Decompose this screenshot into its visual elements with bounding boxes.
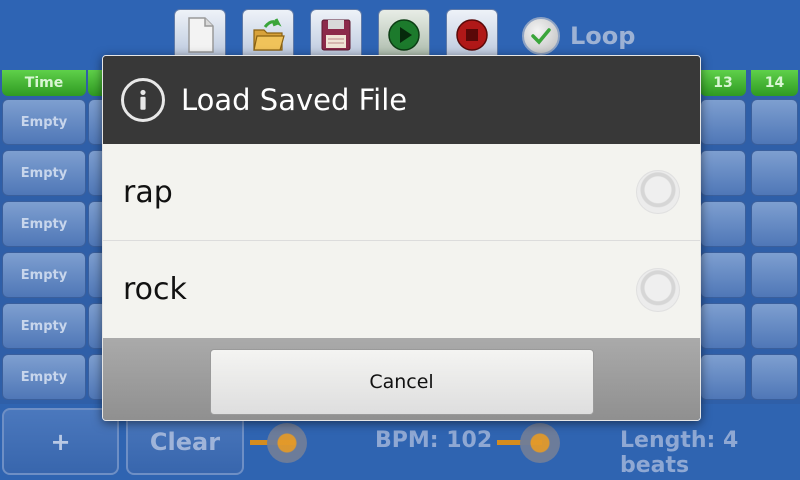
grid-cell[interactable] [700,303,746,349]
bpm-slider-knob[interactable] [267,423,307,463]
grid-cell[interactable] [700,99,746,145]
dialog-header: Load Saved File [103,56,700,144]
column-header-14[interactable]: 14 [751,70,798,96]
grid-cell[interactable] [751,354,798,400]
grid-cell[interactable] [751,252,798,298]
grid-cell[interactable] [751,99,798,145]
play-button[interactable] [378,9,430,61]
file-option-label: rock [123,272,187,307]
file-option-rap[interactable]: rap [103,144,700,241]
info-icon [121,78,165,122]
grid-cell[interactable] [700,201,746,247]
grid-cell[interactable] [700,252,746,298]
grid-cell[interactable] [751,150,798,196]
grid-cell-empty[interactable]: Empty [2,303,86,349]
blank-document-icon [188,17,214,53]
stop-button[interactable] [446,9,498,61]
cancel-button[interactable]: Cancel [209,348,594,415]
file-option-rock[interactable]: rock [103,241,700,338]
load-file-dialog: Load Saved File rap rock Cancel [102,55,701,421]
column-header-time[interactable]: Time [2,70,86,96]
grid-cell[interactable] [700,354,746,400]
bpm-label: BPM: 102 [375,428,493,453]
loop-toggle[interactable]: Loop [522,16,635,56]
stop-icon [456,19,488,51]
play-icon [388,19,420,51]
grid-cell-empty[interactable]: Empty [2,150,86,196]
file-list: rap rock [103,144,700,338]
column-header-13[interactable]: 13 [700,70,746,96]
radio-button[interactable] [636,170,680,214]
grid-cell-empty[interactable]: Empty [2,99,86,145]
new-file-button[interactable] [174,9,226,61]
grid-cell-empty[interactable]: Empty [2,354,86,400]
radio-button[interactable] [636,267,680,312]
folder-open-icon [253,18,285,51]
length-label: Length: 4 beats [620,428,739,478]
floppy-disk-icon [321,19,351,51]
grid-cell[interactable] [700,150,746,196]
grid-cell-empty[interactable]: Empty [2,201,86,247]
grid-cell[interactable] [751,303,798,349]
dialog-title: Load Saved File [181,83,408,117]
save-file-button[interactable] [310,9,362,61]
file-option-label: rap [123,174,173,210]
loop-label: Loop [570,22,636,50]
dialog-footer: Cancel [103,338,700,420]
open-file-button[interactable] [242,9,294,61]
grid-cell[interactable] [751,201,798,247]
checkmark-icon [522,17,560,55]
grid-cell-empty[interactable]: Empty [2,252,86,298]
length-slider-knob[interactable] [520,423,560,463]
